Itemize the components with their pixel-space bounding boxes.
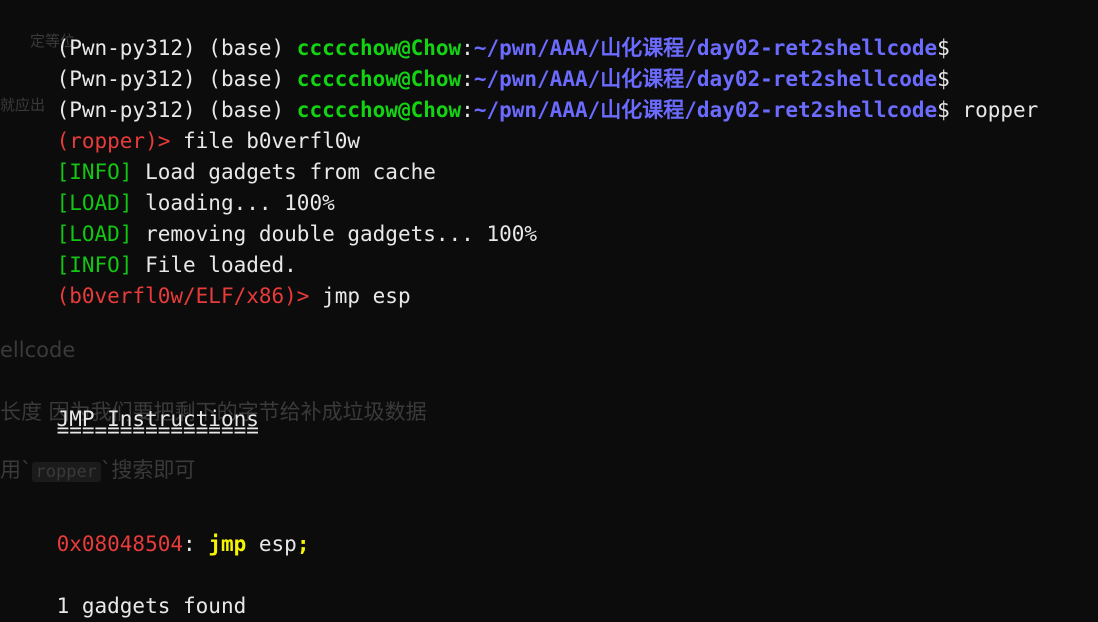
ropper-prompt-line: (ropper)> file b0verfl0w	[6, 95, 360, 153]
gadget-row: 0x08048504: jmp esp;	[6, 498, 310, 556]
terminal-window[interactable]: 定等位 就应出 ellcode 长度 因为我们要把剩下的字节给补成垃圾数据 用`…	[0, 0, 1098, 622]
gadget-address: 0x08048504	[56, 532, 184, 556]
shell-prompt-line: (Pwn-py312) (base) ccccchow@Chow:~/pwn/A…	[6, 2, 950, 60]
prompt-colon: :	[461, 98, 474, 122]
gadget-mnemonic: jmp	[208, 532, 247, 556]
shell-prompt-line: (Pwn-py312) (base) ccccchow@Chow:~/pwn/A…	[6, 64, 1039, 122]
command-ropper: ropper	[949, 98, 1039, 122]
prompt-dollar: $	[937, 98, 950, 122]
command-jmp-esp: jmp esp	[322, 284, 411, 308]
gadgets-found-line: 1 gadgets found	[6, 560, 247, 618]
ropper-file-prompt-line[interactable]: (b0verfl0w/ELF/x86)>	[6, 591, 342, 622]
shell-prompt-line: (Pwn-py312) (base) ccccchow@Chow:~/pwn/A…	[6, 33, 950, 91]
results-underline: ================	[6, 400, 259, 441]
ropper-file-prompt: (b0verfl0w/ELF/x86)>	[56, 284, 323, 308]
info-line: [INFO] File loaded.	[6, 219, 297, 277]
load-line: [LOAD] removing double gadgets... 100%	[6, 188, 537, 246]
prompt-path: ~/pwn/AAA/山化课程/day02-ret2shellcode	[473, 98, 938, 122]
ghost-use-code: ropper	[31, 462, 101, 482]
gadget-operand: esp	[246, 532, 297, 556]
gadget-address-colon: :	[183, 532, 209, 556]
ghost-use-suffix: `搜索即可	[100, 458, 196, 482]
info-line: [INFO] Load gadgets from cache	[6, 126, 436, 184]
ropper-file-prompt-line: (b0verfl0w/ELF/x86)> jmp esp	[6, 250, 411, 308]
load-line: [LOAD] loading... 100%	[6, 157, 335, 215]
gadget-semicolon: ;	[296, 532, 310, 556]
results-underline-text: ================	[56, 418, 259, 442]
